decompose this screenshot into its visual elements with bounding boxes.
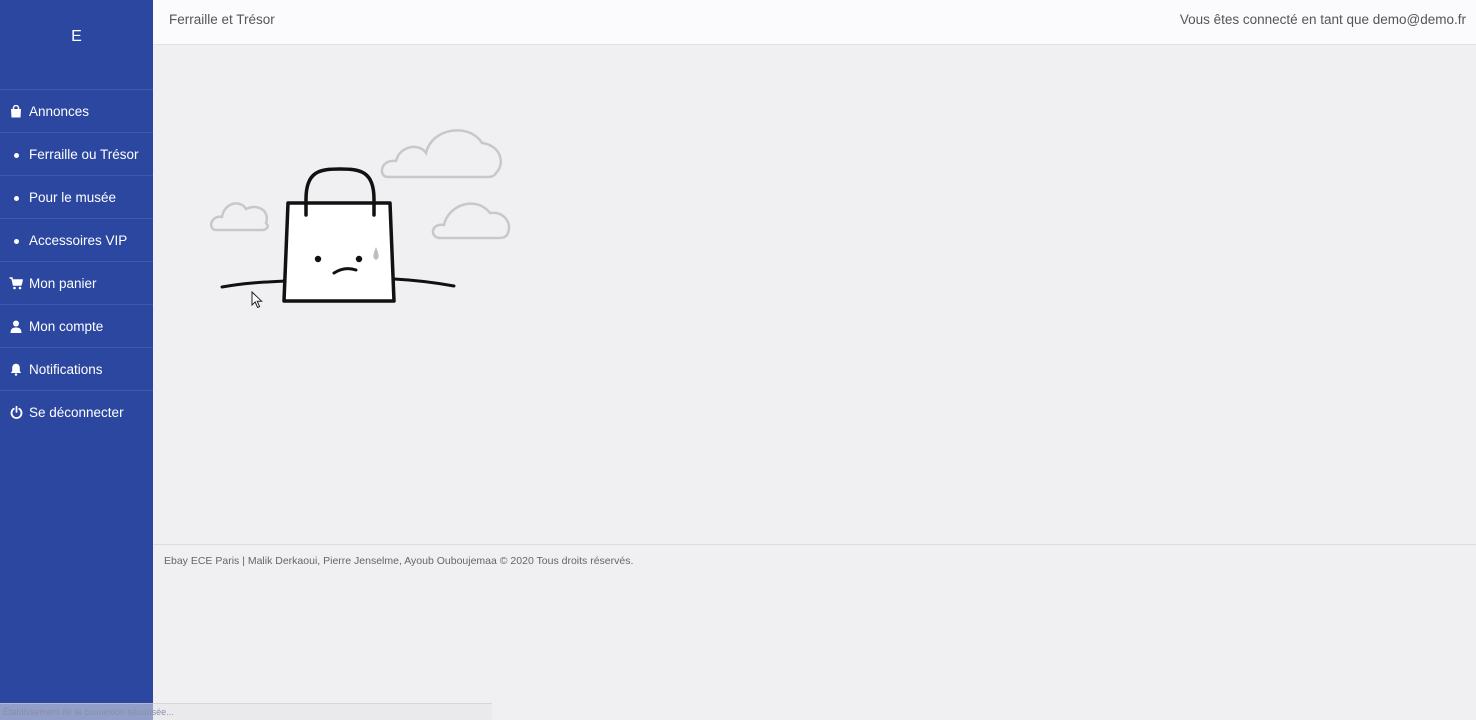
sidebar-nav: Annonces Ferraille ou Trésor Pour le mus…: [0, 89, 153, 433]
sidebar-item-annonces[interactable]: Annonces: [0, 89, 153, 132]
bullet-icon: [9, 233, 23, 247]
page-title: Ferraille et Trésor: [169, 12, 275, 27]
page-footer: Ebay ECE Paris | Malik Derkaoui, Pierre …: [153, 544, 1476, 720]
sidebar-item-notifications[interactable]: Notifications: [0, 347, 153, 390]
brand-logo[interactable]: E: [0, 0, 153, 73]
empty-shopping-bag-illustration: [209, 129, 511, 303]
bullet-icon: [9, 147, 23, 161]
sidebar-item-label: Se déconnecter: [29, 404, 124, 420]
app-window: E Annonces Ferraille ou Trésor Pour le m…: [0, 0, 1476, 720]
sidebar-item-pour-le-musee[interactable]: Pour le musée: [0, 175, 153, 218]
sidebar-item-mon-panier[interactable]: Mon panier: [0, 261, 153, 304]
sidebar-item-mon-compte[interactable]: Mon compte: [0, 304, 153, 347]
sidebar-item-label: Mon panier: [29, 275, 97, 291]
bell-icon: [9, 362, 23, 376]
sidebar-item-label: Ferraille ou Trésor: [29, 146, 139, 162]
sidebar: E Annonces Ferraille ou Trésor Pour le m…: [0, 0, 153, 720]
browser-status-bar: Établissement de la connexion sécurisée.…: [0, 703, 492, 720]
sidebar-item-label: Pour le musée: [29, 189, 117, 205]
logged-in-user-text: Vous êtes connecté en tant que demo@demo…: [1179, 12, 1466, 27]
user-icon: [9, 319, 23, 333]
sidebar-item-label: Notifications: [29, 361, 103, 377]
sidebar-item-label: Accessoires VIP: [29, 232, 128, 248]
sidebar-item-label: Annonces: [29, 103, 90, 119]
bullet-icon: [9, 190, 23, 204]
sidebar-item-accessoires-vip[interactable]: Accessoires VIP: [0, 218, 153, 261]
sidebar-item-ferraille-ou-tresor[interactable]: Ferraille ou Trésor: [0, 132, 153, 175]
footer-copyright: Ebay ECE Paris | Malik Derkaoui, Pierre …: [164, 555, 634, 567]
power-icon: [9, 405, 23, 419]
top-header: Ferraille et Trésor Vous êtes connecté e…: [153, 0, 1476, 45]
mouse-pointer-icon: [251, 291, 263, 309]
status-text: Établissement de la connexion sécurisée.…: [3, 707, 174, 717]
shopping-bag-icon: [9, 104, 23, 118]
main-content: [153, 45, 1476, 544]
sidebar-item-se-deconnecter[interactable]: Se déconnecter: [0, 390, 153, 433]
sidebar-item-label: Mon compte: [29, 318, 104, 334]
cart-icon: [9, 276, 23, 290]
